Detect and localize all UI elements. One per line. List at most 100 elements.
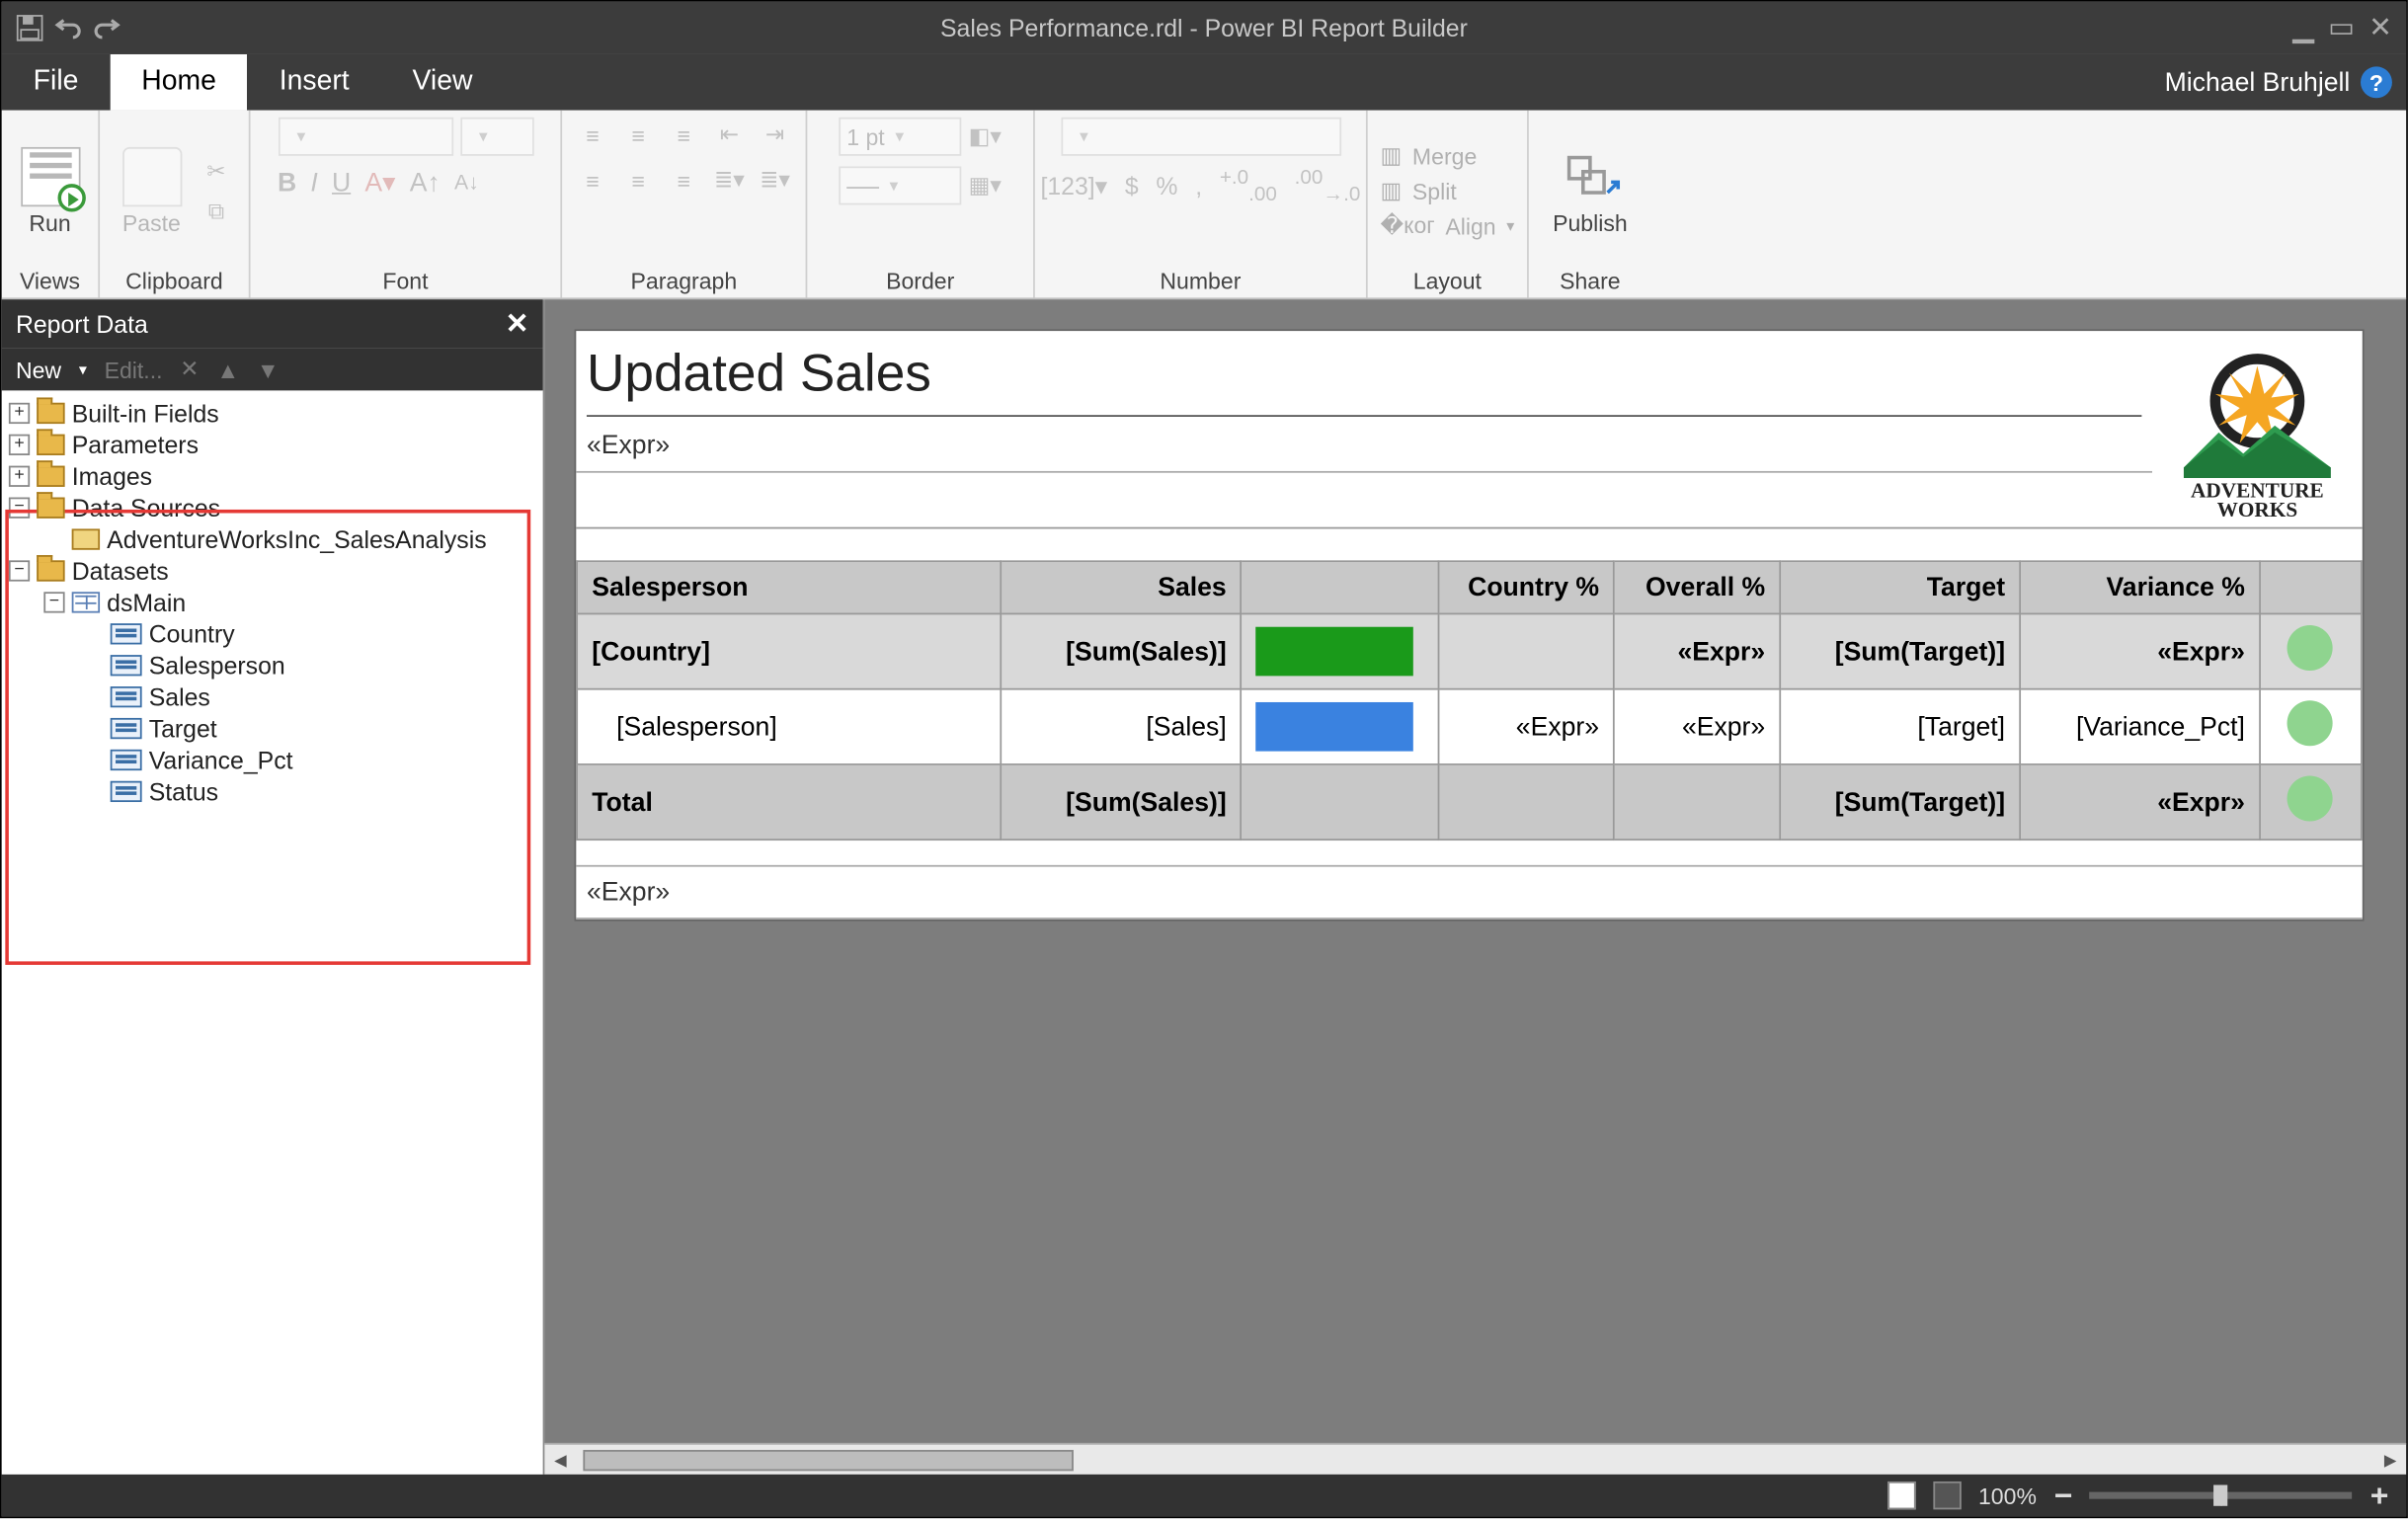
zoom-level[interactable]: 100%	[1978, 1482, 2037, 1509]
hdr-target[interactable]: Target	[1780, 561, 2020, 613]
run-button[interactable]: Run	[13, 142, 86, 239]
align-center-icon[interactable]: ≡	[621, 163, 656, 198]
cell-country-status[interactable]	[2260, 613, 2362, 688]
border-sides-icon[interactable]: ▦▾	[968, 168, 1003, 202]
merge-button[interactable]: ▥Merge	[1380, 142, 1514, 170]
cell-country[interactable]: [Country]	[577, 613, 1002, 688]
copy-icon[interactable]: ⧉	[199, 194, 233, 228]
font-family-dropdown[interactable]: ▾	[278, 118, 452, 156]
cell-detail-status[interactable]	[2260, 689, 2362, 764]
bullets-icon[interactable]: ≣▾	[712, 163, 747, 198]
logo-image[interactable]: ADVENTURE WORKS	[2152, 331, 2363, 527]
cell-country-cpct[interactable]	[1439, 613, 1614, 688]
zoom-slider[interactable]	[2090, 1492, 2353, 1499]
design-view-icon[interactable]	[1887, 1481, 1915, 1509]
tab-insert[interactable]: Insert	[248, 54, 381, 111]
tab-view[interactable]: View	[381, 54, 505, 111]
scroll-right-icon[interactable]: ▸	[2374, 1445, 2406, 1475]
align-left-icon[interactable]: ≡	[575, 163, 609, 198]
cell-total-label[interactable]: Total	[577, 764, 1002, 840]
cell-total-var[interactable]: «Expr»	[2020, 764, 2260, 840]
align-right-icon[interactable]: ≡	[667, 163, 701, 198]
grow-font-icon[interactable]: A↑	[410, 167, 441, 197]
horizontal-scrollbar[interactable]: ◂ ▸	[544, 1443, 2406, 1475]
align-bottom-icon[interactable]: ≡	[667, 118, 701, 152]
cell-detail-sales[interactable]: [Sales]	[1002, 689, 1242, 764]
cell-country-opct[interactable]: «Expr»	[1614, 613, 1780, 688]
cell-detail-bar[interactable]	[1242, 689, 1439, 764]
cut-icon[interactable]: ✂	[199, 153, 233, 188]
help-icon[interactable]: ?	[2361, 66, 2392, 98]
hdr-countrypct[interactable]: Country %	[1439, 561, 1614, 613]
font-size-dropdown[interactable]: ▾	[459, 118, 532, 156]
tree-field-sales[interactable]: Sales	[5, 681, 539, 713]
cell-country-bar[interactable]	[1242, 613, 1439, 688]
align-button[interactable]: �когAlign▾	[1380, 212, 1514, 240]
report-canvas[interactable]: Updated Sales «Expr» ADVENTUR	[576, 331, 2362, 920]
shrink-font-icon[interactable]: A↓	[454, 170, 479, 195]
pane-close-icon[interactable]: ✕	[506, 306, 529, 341]
report-title[interactable]: Updated Sales	[587, 345, 931, 403]
hdr-status[interactable]	[2260, 561, 2362, 613]
cell-total-sales[interactable]: [Sum(Sales)]	[1002, 764, 1242, 840]
design-surface[interactable]: Updated Sales «Expr» ADVENTUR	[544, 299, 2406, 1475]
italic-icon[interactable]: I	[310, 167, 317, 197]
scroll-thumb[interactable]	[583, 1449, 1073, 1470]
cell-detail-target[interactable]: [Target]	[1780, 689, 2020, 764]
cell-total-opct[interactable]	[1614, 764, 1780, 840]
tree-field-country[interactable]: Country	[5, 618, 539, 650]
cell-detail-cpct[interactable]: «Expr»	[1439, 689, 1614, 764]
tree-datasources[interactable]: −Data Sources	[5, 492, 539, 523]
zoom-out-icon[interactable]: −	[2054, 1478, 2073, 1514]
undo-icon[interactable]	[54, 14, 82, 41]
tree-ds-item[interactable]: AdventureWorksInc_SalesAnalysis	[5, 523, 539, 555]
cell-detail-opct[interactable]: «Expr»	[1614, 689, 1780, 764]
cell-country-var[interactable]: «Expr»	[2020, 613, 2260, 688]
close-icon[interactable]: ✕	[2368, 11, 2392, 45]
font-color-icon[interactable]: A▾	[364, 166, 395, 198]
hdr-sales[interactable]: Sales	[1002, 561, 1242, 613]
cell-country-sales[interactable]: [Sum(Sales)]	[1002, 613, 1242, 688]
decrease-decimal-icon[interactable]: .00→.0	[1295, 166, 1361, 205]
paste-button[interactable]: Paste	[115, 142, 188, 239]
tablix[interactable]: Salesperson Sales Country % Overall % Ta…	[576, 560, 2362, 841]
redo-icon[interactable]	[93, 14, 120, 41]
tree-field-target[interactable]: Target	[5, 713, 539, 745]
number-format-dropdown[interactable]: ▾	[1061, 118, 1341, 156]
tab-home[interactable]: Home	[110, 54, 248, 111]
tree-parameters[interactable]: +Parameters	[5, 429, 539, 460]
pane-up-icon[interactable]: ▲	[216, 357, 239, 383]
align-top-icon[interactable]: ≡	[575, 118, 609, 152]
hdr-salesperson[interactable]: Salesperson	[577, 561, 1002, 613]
indent-icon[interactable]: ⇥	[758, 118, 792, 152]
increase-decimal-icon[interactable]: +.0.00	[1220, 166, 1277, 205]
border-color-icon[interactable]: ◧▾	[968, 120, 1003, 154]
cell-salesperson[interactable]: [Salesperson]	[577, 689, 1002, 764]
border-width-dropdown[interactable]: 1 pt▾	[838, 118, 960, 156]
border-style-dropdown[interactable]: ──▾	[838, 166, 960, 204]
tree-images[interactable]: +Images	[5, 460, 539, 492]
scroll-left-icon[interactable]: ◂	[544, 1445, 576, 1475]
currency-icon[interactable]: $	[1125, 172, 1139, 200]
tree-field-status[interactable]: Status	[5, 775, 539, 807]
tree-dsmain[interactable]: −dsMain	[5, 587, 539, 618]
comma-icon[interactable]: ,	[1195, 172, 1202, 200]
percent-icon[interactable]: %	[1156, 172, 1177, 200]
bold-icon[interactable]: B	[278, 167, 296, 197]
cell-total-cpct[interactable]	[1439, 764, 1614, 840]
maximize-icon[interactable]: ▭	[2328, 11, 2355, 45]
minimize-icon[interactable]: ▁	[2292, 11, 2314, 45]
cell-total-bar[interactable]	[1242, 764, 1439, 840]
underline-icon[interactable]: U	[332, 167, 351, 197]
tree-datasets[interactable]: −Datasets	[5, 555, 539, 587]
report-subtitle-expr[interactable]: «Expr»	[576, 421, 2152, 473]
pane-new[interactable]: New	[16, 357, 61, 383]
pane-delete-icon[interactable]: ✕	[180, 356, 199, 383]
cell-total-target[interactable]: [Sum(Target)]	[1780, 764, 2020, 840]
placeholder-format-icon[interactable]: [123]▾	[1040, 171, 1107, 200]
tab-file[interactable]: File	[2, 54, 111, 111]
print-layout-icon[interactable]	[1933, 1481, 1961, 1509]
align-middle-icon[interactable]: ≡	[621, 118, 656, 152]
tree-field-variance[interactable]: Variance_Pct	[5, 745, 539, 776]
numbering-icon[interactable]: ≣▾	[758, 163, 792, 198]
